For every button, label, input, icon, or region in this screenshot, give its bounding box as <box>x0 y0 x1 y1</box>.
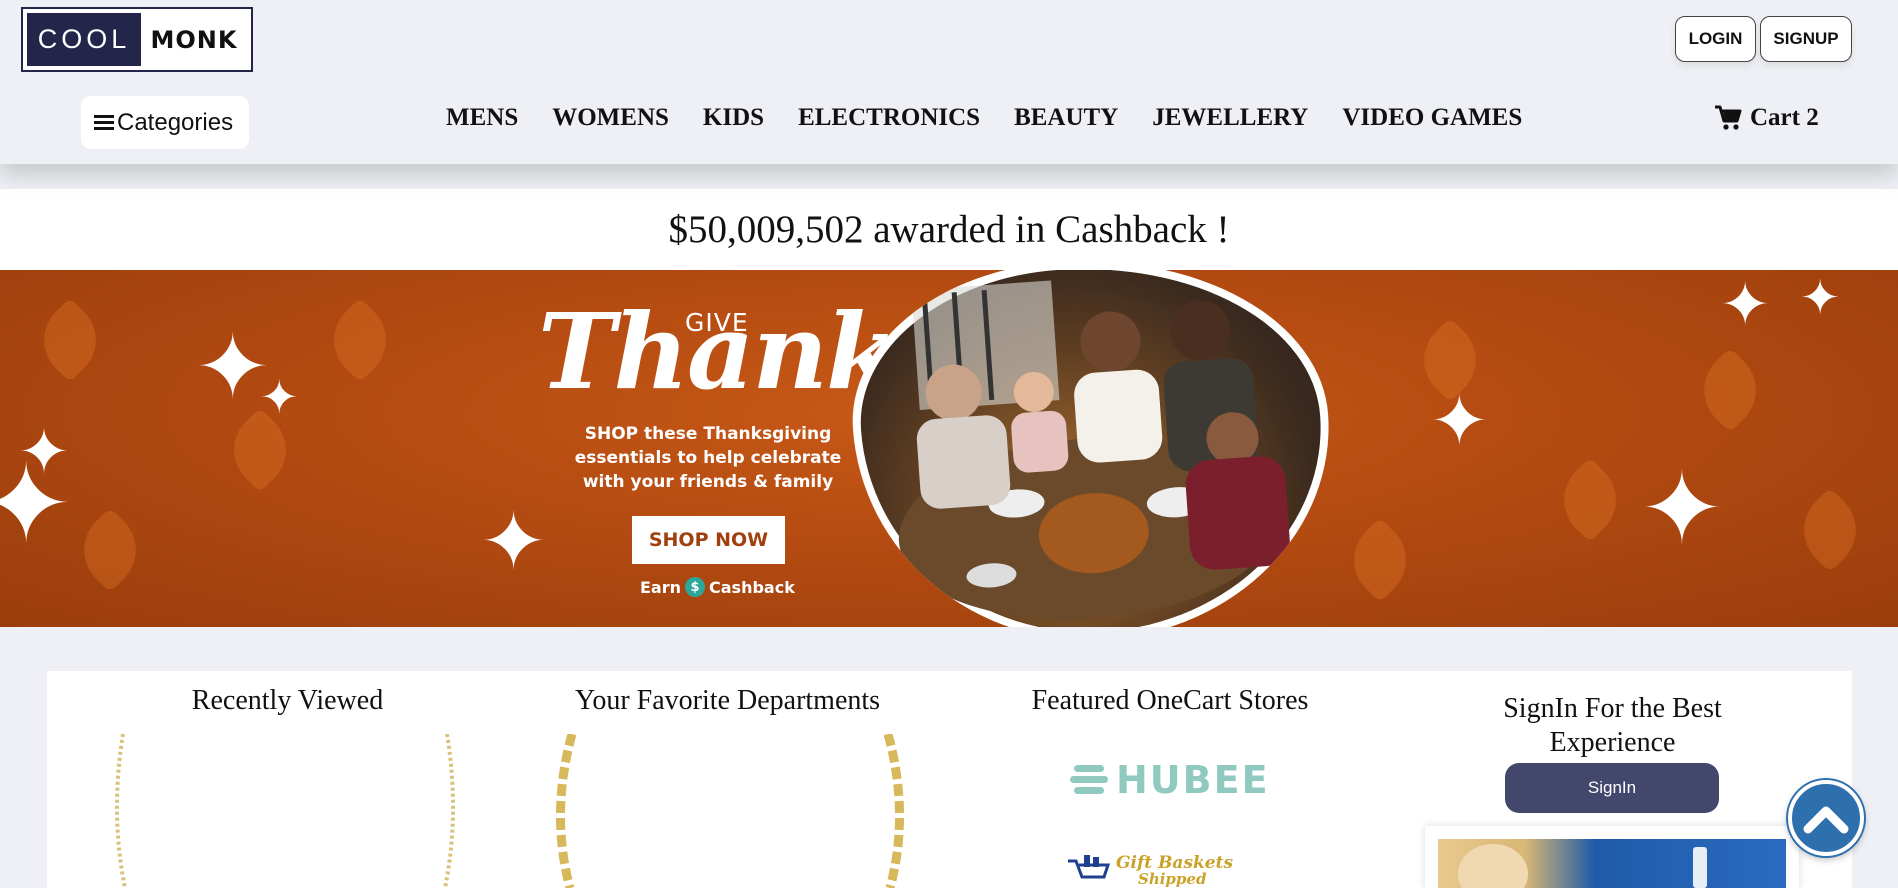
sparkle-icon: ✦ <box>260 370 299 424</box>
recently-viewed-necklace-image[interactable] <box>105 734 465 888</box>
coolmonk-logo[interactable]: COOL MONK <box>21 7 253 72</box>
thanksgiving-banner[interactable]: ✦ ✦ ✦ ✦ ✦ ✦ ✦ ✦ ✦ GIVE Thanks SHOP these… <box>0 270 1898 627</box>
signin-promo-title: SignIn For the Best Experience <box>1450 692 1775 760</box>
nav-item-womens[interactable]: WOMENS <box>552 104 669 132</box>
scroll-to-top-button[interactable] <box>1788 780 1864 856</box>
categories-button[interactable]: Categories <box>81 96 249 149</box>
hubee-store-name: HUBEE <box>1116 758 1270 802</box>
earn-cashback-label: Earn $ Cashback <box>640 577 795 597</box>
signin-title-line2: Experience <box>1549 727 1676 758</box>
hubee-mark-icon <box>1070 765 1108 794</box>
recently-viewed-title: Recently Viewed <box>191 685 384 716</box>
dollar-coin-icon: $ <box>685 577 706 597</box>
earn-suffix: Cashback <box>709 577 795 597</box>
shopping-cart-icon <box>1715 105 1742 130</box>
signup-button[interactable]: SIGNUP <box>1760 16 1852 62</box>
promo-ad-image <box>1438 839 1786 888</box>
login-button[interactable]: LOGIN <box>1675 16 1756 62</box>
shop-now-button[interactable]: SHOP NOW <box>632 516 785 564</box>
main-nav: MENS WOMENS KIDS ELECTRONICS BEAUTY JEWE… <box>446 104 1522 132</box>
sparkle-icon: ✦ <box>1720 270 1771 340</box>
nav-item-electronics[interactable]: ELECTRONICS <box>798 104 980 132</box>
sparkle-icon: ✦ <box>480 495 548 588</box>
sparkle-icon: ✦ <box>1640 450 1724 567</box>
chevron-up-icon <box>1803 806 1849 834</box>
signin-button[interactable]: SignIn <box>1505 763 1719 813</box>
gift-baskets-store-name: Gift Baskets <box>1116 853 1234 873</box>
hamburger-menu-icon <box>94 114 114 132</box>
cashback-total: $50,009,502 awarded in Cashback ! <box>668 208 1230 251</box>
gift-baskets-store-sub: Shipped <box>1138 870 1207 888</box>
gift-basket-cart-icon <box>1068 855 1110 879</box>
nav-item-jewellery[interactable]: JEWELLERY <box>1152 104 1308 132</box>
nav-item-kids[interactable]: KIDS <box>703 104 764 132</box>
site-header: COOL MONK LOGIN SIGNUP Categories MENS W… <box>0 0 1898 164</box>
cart-label: Cart 2 <box>1750 104 1819 131</box>
nav-item-mens[interactable]: MENS <box>446 104 518 132</box>
sparkle-icon: ✦ <box>1430 380 1489 462</box>
nav-item-video-games[interactable]: VIDEO GAMES <box>1342 104 1522 132</box>
sparkle-icon: ✦ <box>0 440 73 568</box>
logo-left-text: COOL <box>27 13 141 66</box>
earn-prefix: Earn <box>640 577 682 597</box>
hubee-store-logo[interactable]: HUBEE <box>1070 758 1270 802</box>
featured-stores-title: Featured OneCart Stores <box>1031 685 1309 716</box>
favorite-departments-title: Your Favorite Departments <box>574 685 881 716</box>
categories-label: Categories <box>117 108 234 136</box>
cart-link[interactable]: Cart 2 <box>1714 104 1819 132</box>
signin-title-line1: SignIn For the Best <box>1503 693 1722 724</box>
sparkle-icon: ✦ <box>1800 270 1841 326</box>
banner-promo-text: SHOP these Thanksgiving essentials to he… <box>574 424 842 492</box>
nav-item-beauty[interactable]: BEAUTY <box>1014 104 1118 132</box>
logo-right-text: MONK <box>141 13 247 66</box>
gift-baskets-store-logo[interactable]: Gift Baskets Shipped <box>1066 855 1233 887</box>
family-dinner-photo <box>842 270 1343 627</box>
promo-ad-card[interactable] <box>1425 826 1799 888</box>
cashback-band: $50,009,502 awarded in Cashback ! <box>0 189 1898 270</box>
favorite-department-chain-image[interactable] <box>550 734 910 888</box>
